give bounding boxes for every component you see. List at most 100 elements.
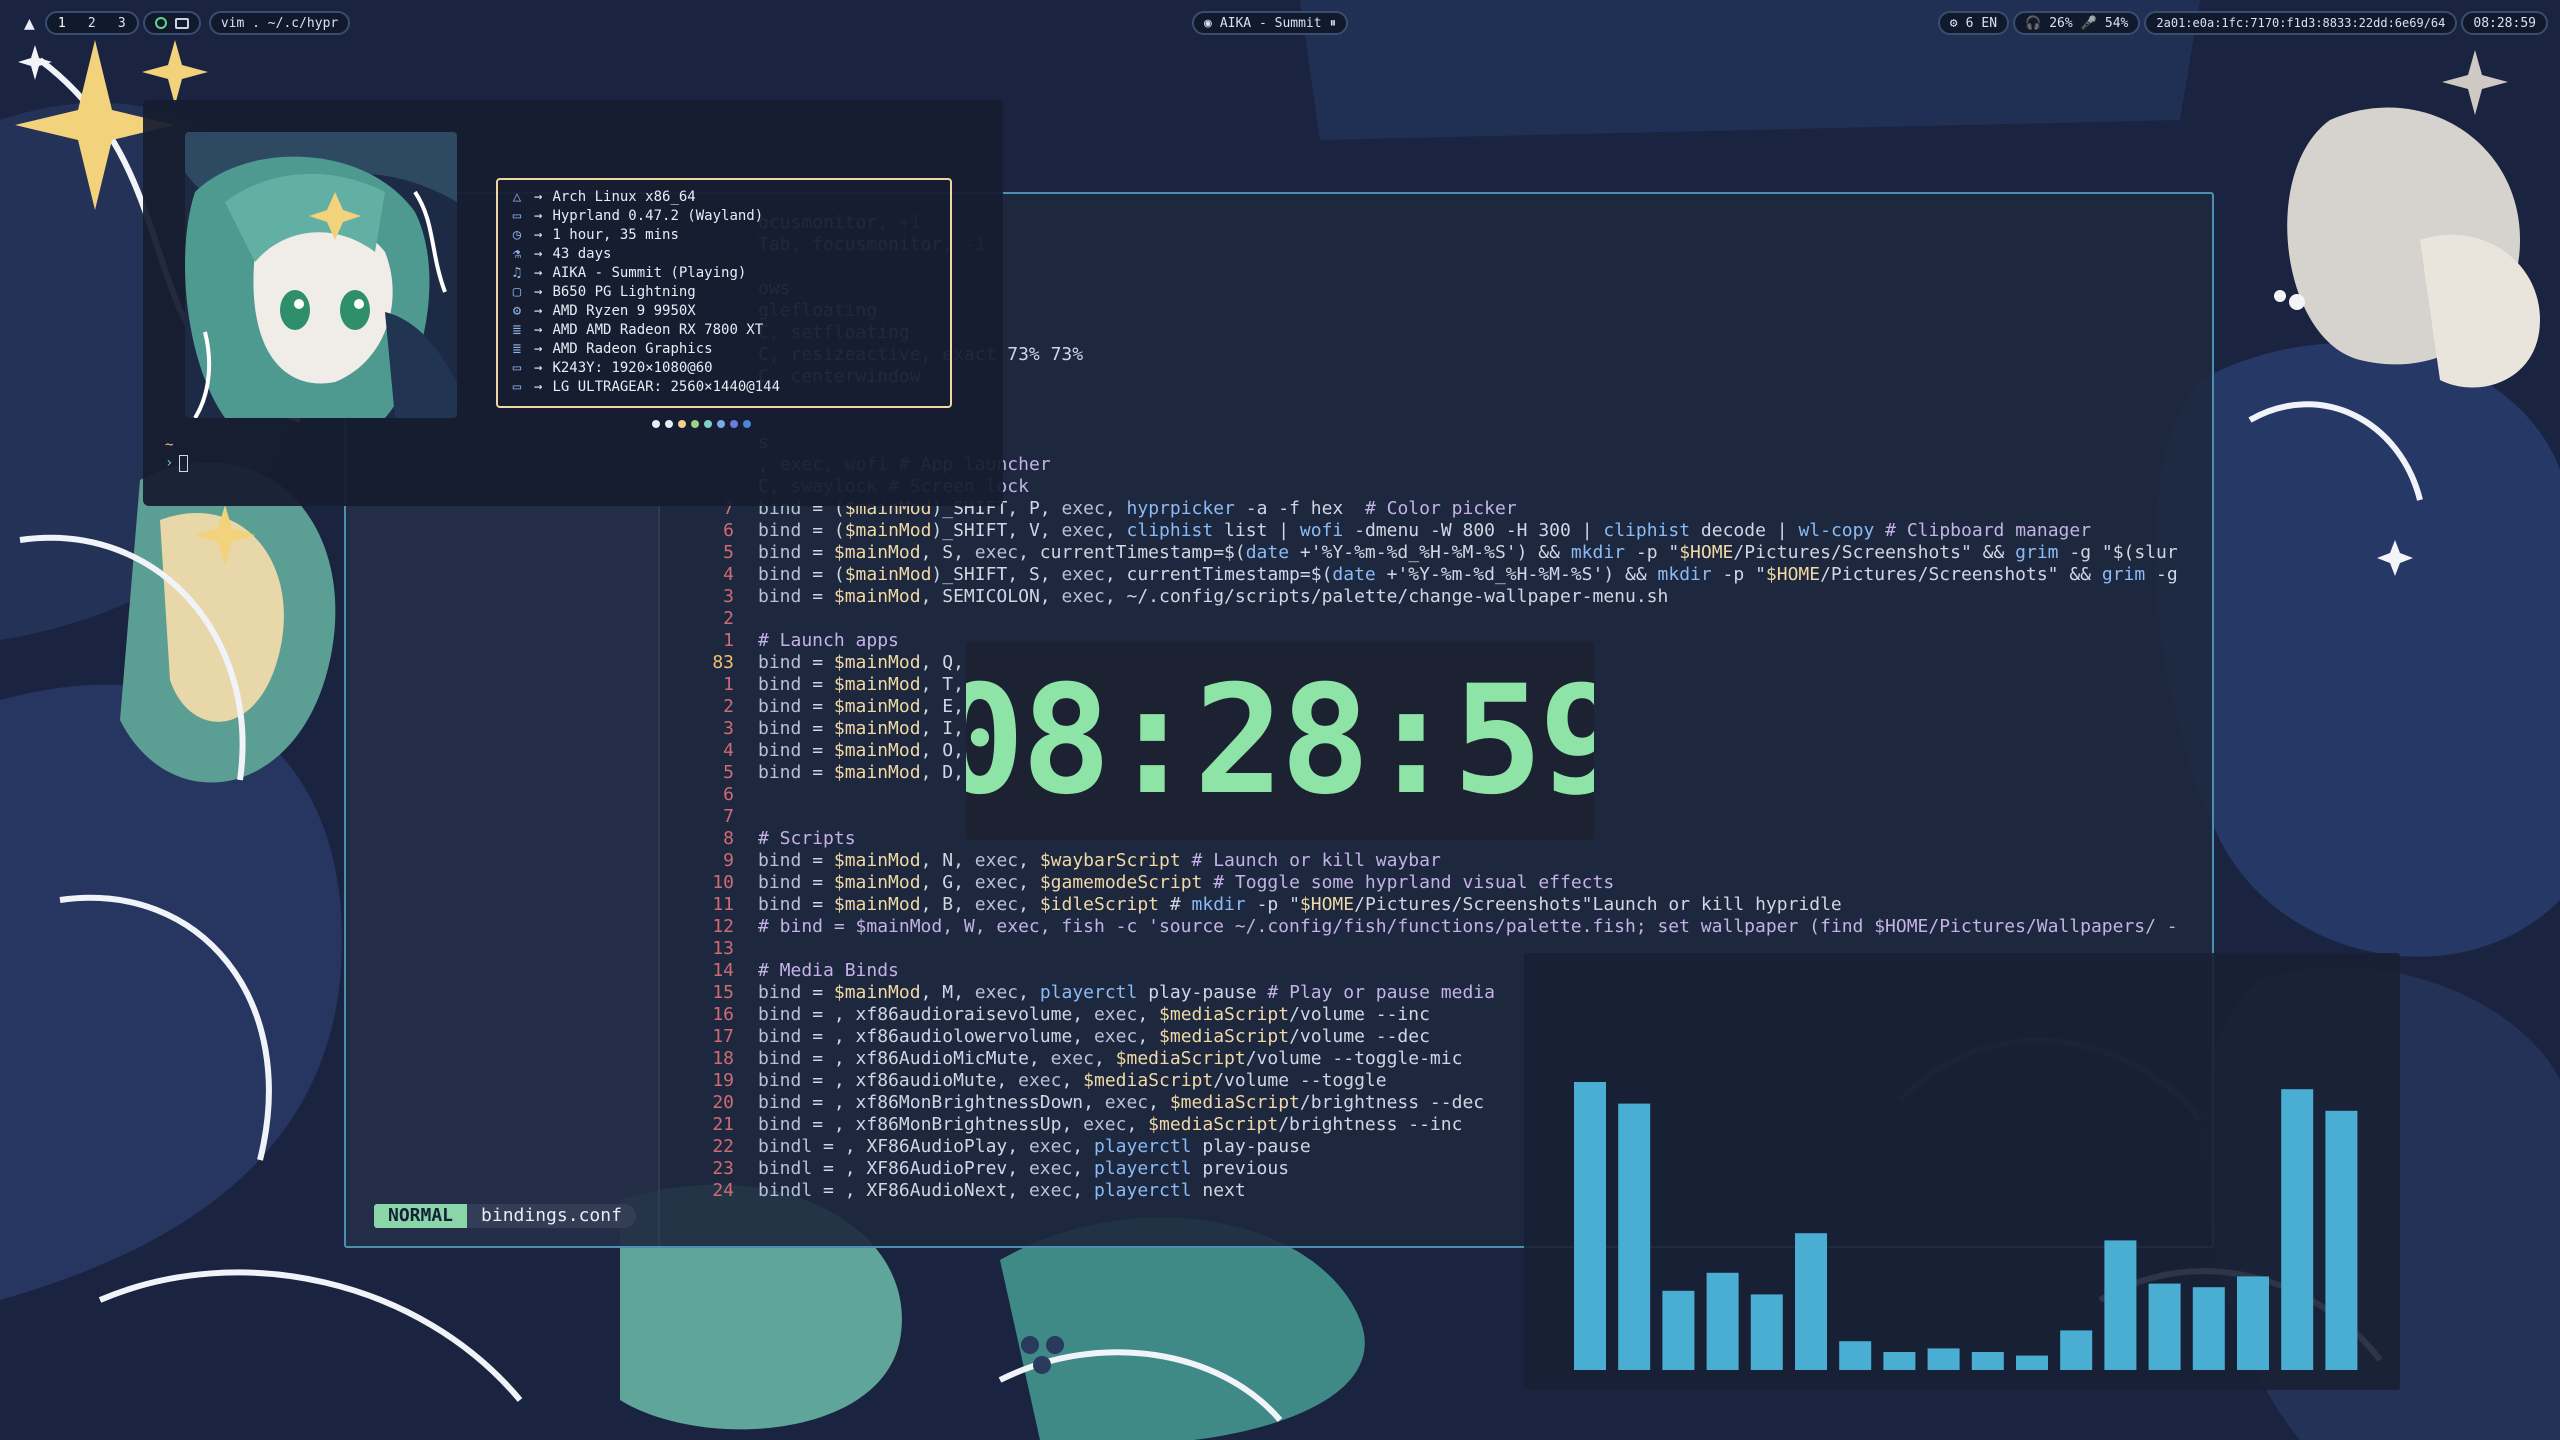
code-text: bind = $mainMod, D, xyxy=(758,762,964,783)
palette-swatch xyxy=(652,420,660,428)
gpu-icon: ≣ xyxy=(512,322,522,338)
system-info-row: ▭ → K243Y: 1920×1080@60 xyxy=(510,359,938,378)
system-info-row: ⚙ → AMD Ryzen 9 9950X xyxy=(510,302,938,321)
arch-logo-icon[interactable]: ▲ xyxy=(24,13,35,34)
visualizer-bar xyxy=(1883,1352,1916,1370)
visualizer-bar xyxy=(1971,1352,2004,1370)
line-number: 21 xyxy=(712,1114,734,1135)
topbar-center: ◉ AIKA - Summit ⏸ xyxy=(1192,10,1349,36)
visualizer-bar xyxy=(1839,1341,1872,1370)
arrow-icon: → xyxy=(534,208,543,224)
code-text: bind = $mainMod, S, exec, currentTimesta… xyxy=(758,542,2178,563)
shell-prompt[interactable]: ~ › xyxy=(165,436,189,472)
workspace-switcher: 1 2 3 xyxy=(44,11,139,35)
code-text: bindl = , XF86AudioNext, exec, playerctl… xyxy=(758,1180,1246,1201)
vim-statusline: NORMAL bindings.conf xyxy=(374,1204,636,1228)
visualizer-bar xyxy=(2016,1355,2048,1370)
active-window-title: vim . ~/.c/hypr xyxy=(208,11,351,35)
line-number: 16 xyxy=(712,1004,734,1025)
line-number: 6 xyxy=(723,784,734,805)
visualizer-bars xyxy=(1574,1082,2358,1370)
visualizer-bar xyxy=(1706,1272,1739,1370)
system-info-row: ▭ → Hyprland 0.47.2 (Wayland) xyxy=(510,207,938,226)
arrow-icon: → xyxy=(534,227,543,243)
headphones-icon: 🎧 xyxy=(2025,15,2042,31)
code-line[interactable]: 11 bind = $mainMod, B, exec, $idleScript … xyxy=(690,894,2178,916)
line-number: 24 xyxy=(712,1180,734,1201)
arrow-icon: → xyxy=(534,189,543,205)
idle-inhibitor-icon[interactable] xyxy=(154,17,167,29)
fastfetch-terminal[interactable]: △ → Arch Linux x86_64 ▭ → Hyprland 0.47.2 (Wa… xyxy=(143,100,1003,506)
line-number: 11 xyxy=(712,894,734,915)
code-text: bind = $mainMod, SEMICOLON, exec, ~/.con… xyxy=(758,586,1669,607)
line-number: 1 xyxy=(723,674,734,695)
line-number: 1 xyxy=(723,630,734,651)
flask-icon: ⚗ xyxy=(512,246,522,262)
code-line[interactable]: 9 bind = $mainMod, N, exec, $waybarScript… xyxy=(690,850,2178,872)
code-text: bind = , xf86audioraisevolume, exec, $me… xyxy=(758,1004,1430,1025)
workspace-2[interactable]: 2 xyxy=(81,16,103,31)
code-line[interactable]: 10 bind = $mainMod, G, exec, $gamemodeScr… xyxy=(690,872,2178,894)
window-mode-icon[interactable] xyxy=(174,17,189,29)
palette-swatch xyxy=(717,420,725,428)
code-text: bind = $mainMod, E, xyxy=(758,696,964,717)
system-info-box: △ → Arch Linux x86_64 ▭ → Hyprland 0.47.2 (Wa… xyxy=(496,178,952,408)
line-number: 5 xyxy=(723,762,734,783)
code-line[interactable]: 4 bind = ($mainMod)_SHIFT, S, exec, curre… xyxy=(690,564,2178,586)
big-clock-display: 08:28:59 xyxy=(935,654,1629,828)
code-line[interactable]: 6 bind = ($mainMod)_SHIFT, V, exec, cliph… xyxy=(690,520,2178,542)
line-number: 19 xyxy=(712,1070,734,1091)
visualizer-bar xyxy=(2104,1240,2137,1370)
line-number: 4 xyxy=(723,740,734,761)
system-info-value: K243Y: 1920×1080@60 xyxy=(552,360,713,376)
arrow-icon: → xyxy=(534,303,543,319)
audio-widget[interactable]: 🎧 26% 🎤 54% xyxy=(2013,11,2141,35)
system-info-value: Arch Linux x86_64 xyxy=(552,189,696,205)
palette-swatch xyxy=(743,420,751,428)
line-number: 9 xyxy=(723,850,734,871)
code-text: bind = ($mainMod)_SHIFT, S, exec, curren… xyxy=(758,564,2178,585)
code-text: bind = $mainMod, Q, xyxy=(758,652,964,673)
line-number: 12 xyxy=(712,916,734,937)
keyboard-layout[interactable]: EN xyxy=(1981,16,1997,31)
media-player-widget[interactable]: ◉ AIKA - Summit ⏸ xyxy=(1192,11,1349,35)
code-text: bind = $mainMod, M, exec, playerctl play… xyxy=(758,982,1495,1003)
code-text: bind = , xf86MonBrightnessUp, exec, $med… xyxy=(758,1114,1463,1135)
tray-count: 6 xyxy=(1965,15,1974,31)
code-text: bind = , xf86MonBrightnessDown, exec, $m… xyxy=(758,1092,1485,1113)
code-text: # Scripts xyxy=(758,828,856,849)
cpu-icon: ⚙ xyxy=(512,303,522,319)
workspace-1[interactable]: 1 xyxy=(51,16,73,31)
visualizer-bar xyxy=(2192,1287,2225,1370)
code-line[interactable]: 2 xyxy=(690,608,2178,630)
system-info-row: △ → Arch Linux x86_64 xyxy=(510,188,938,207)
code-text: bind = ($mainMod)_SHIFT, V, exec, cliphi… xyxy=(758,520,2092,541)
system-info-value: LG ULTRAGEAR: 2560×1440@144 xyxy=(552,379,781,395)
prompt-symbol: › xyxy=(165,455,174,471)
gpu-icon: ≣ xyxy=(512,341,522,357)
line-number: 18 xyxy=(712,1048,734,1069)
network-address[interactable]: 2a01:e0a:1fc:7170:f1d3:8833:22dd:6e69/64 xyxy=(2144,11,2458,35)
palette-swatch xyxy=(704,420,712,428)
layout-indicators xyxy=(142,11,201,35)
text-cursor xyxy=(179,454,189,472)
mic-volume: 54% xyxy=(2104,15,2129,31)
media-title: AIKA - Summit xyxy=(1219,15,1322,31)
system-info-value: 43 days xyxy=(552,246,612,262)
headphones-volume: 26% xyxy=(2049,15,2073,31)
tray-widget[interactable]: ⚙ 6 EN xyxy=(1937,11,2010,35)
code-text: bind = $mainMod, O, xyxy=(758,740,964,761)
system-info-row: ▢ → B650 PG Lightning xyxy=(510,283,938,302)
code-line[interactable]: 12 # bind = $mainMod, W, exec, fish -c 's… xyxy=(690,916,2178,938)
workspace-3[interactable]: 3 xyxy=(111,16,133,31)
window-icon: ▭ xyxy=(512,208,522,224)
code-line[interactable]: 5 bind = $mainMod, S, exec, currentTimest… xyxy=(690,542,2178,564)
line-number: 83 xyxy=(712,652,734,673)
media-pause-icon[interactable]: ⏸ xyxy=(1330,16,1337,31)
visualizer-bar xyxy=(1618,1103,1651,1370)
monitor-icon: ▭ xyxy=(512,379,522,395)
microphone-icon: 🎤 xyxy=(2080,15,2097,31)
code-line[interactable]: 3 bind = $mainMod, SEMICOLON, exec, ~/.co… xyxy=(690,586,2178,608)
clock-widget[interactable]: 08:28:59 xyxy=(2461,11,2548,35)
code-text: bind = $mainMod, B, exec, $idleScript # … xyxy=(758,894,1842,915)
